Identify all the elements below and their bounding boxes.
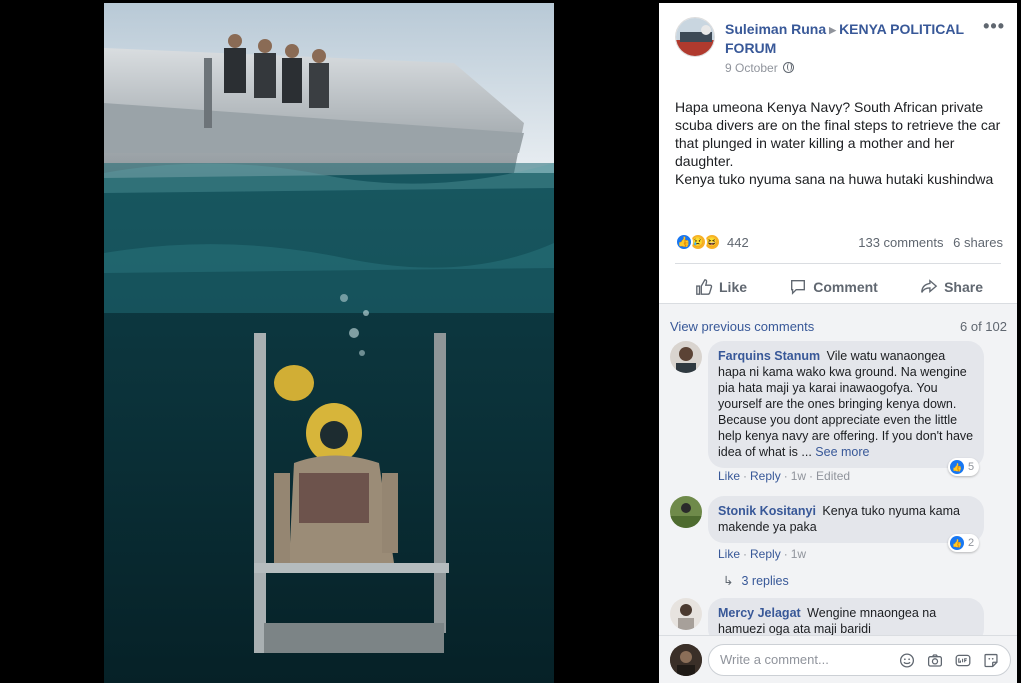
post-meta: 9 October [725,61,794,75]
comment-item: Farquins Stanum Vile watu wanaongea hapa… [670,341,1010,483]
commenter-name[interactable]: Farquins Stanum [718,349,820,363]
reply-arrow-icon: ↳ [723,574,734,588]
commenter-name[interactable]: Mercy Jelagat [718,606,801,620]
comment-bubble: Farquins Stanum Vile watu wanaongea hapa… [708,341,984,468]
more-options-icon[interactable]: ••• [983,17,1005,35]
comments-count[interactable]: 133 comments [858,235,943,250]
share-icon [921,279,938,293]
like-label: Like [719,279,748,295]
post-text: Hapa umeona Kenya Navy? South African pr… [675,98,1005,188]
composer-icons [898,652,1000,669]
post-panel: Suleiman Runa ▶ KENYA POLITICAL FORUM 9 Oc… [659,3,1017,683]
author-avatar[interactable] [675,17,715,57]
share-label: Share [944,279,983,295]
current-user-avatar [670,644,702,676]
commenter-avatar[interactable] [670,341,702,373]
diver-underwater-image [104,3,554,683]
comment-button[interactable]: Comment [789,271,878,303]
see-more-link[interactable]: See more [815,445,869,459]
comment-position: 6 of 102 [960,319,1007,334]
comment-reaction-count: 2 [968,537,975,549]
comment-reply-link[interactable]: Reply [750,469,781,483]
post-photo[interactable] [104,3,554,683]
comment-age[interactable]: 1w [791,547,806,561]
reaction-summary[interactable]: 👍 😢 😆 442 [675,233,749,251]
like-icon: 👍 [950,536,964,550]
triangle-right-icon: ▶ [829,25,837,35]
replies-label: 3 replies [741,574,789,588]
thumbs-up-icon [696,279,713,295]
author-name[interactable]: Suleiman Runa [725,21,826,37]
globe-icon [782,62,794,73]
comments-section: View previous comments 6 of 102 Farquins… [659,303,1017,645]
comment-age[interactable]: 1w [791,469,806,483]
gif-icon[interactable] [954,652,972,669]
commenter-name[interactable]: Stonik Kositanyi [718,504,816,518]
emoji-icon[interactable] [898,652,916,669]
comment-bubble: Stonik Kositanyi Kenya tuko nyuma kama m… [708,496,984,543]
camera-icon[interactable] [926,652,944,669]
author-line: Suleiman Runa ▶ KENYA POLITICAL FORUM [725,20,987,57]
like-icon: 👍 [675,233,693,251]
comment-item: Mercy Jelagat Wengine mnaongea na hamuez… [670,598,1010,645]
view-previous-comments-link[interactable]: View previous comments [670,319,814,334]
share-button[interactable]: Share [920,271,983,303]
comment-input[interactable] [720,652,890,667]
comment-label: Comment [813,279,878,295]
comment-reply-link[interactable]: Reply [750,547,781,561]
divider [675,263,1001,264]
action-bar: Like Comment Share [675,271,1001,303]
shares-count[interactable]: 6 shares [953,235,1003,250]
sticker-icon[interactable] [982,652,1000,669]
reaction-count: 442 [727,234,749,250]
comment-edited[interactable]: Edited [816,469,850,483]
post-date[interactable]: 9 October [725,61,778,75]
like-button[interactable]: Like [695,271,747,303]
comment-reactions[interactable]: 👍 2 [948,534,980,552]
comment-like-link[interactable]: Like [718,547,740,561]
engagement-stats: 133 comments 6 shares [852,235,1003,250]
photo-viewer [0,0,658,683]
comment-like-link[interactable]: Like [718,469,740,483]
comment-meta: Like · Reply · 1w [718,547,807,561]
view-replies-link[interactable]: ↳ 3 replies [723,573,789,588]
comment-reaction-count: 5 [968,461,975,473]
comment-reactions[interactable]: 👍 5 [948,458,980,476]
comment-composer [659,635,1017,683]
comment-meta: Like · Reply · 1w · Edited [718,469,851,483]
commenter-avatar[interactable] [670,496,702,528]
comment-input-wrapper [708,644,1011,676]
comment-icon [791,280,806,295]
commenter-avatar[interactable] [670,598,702,630]
like-icon: 👍 [950,460,964,474]
post-header: Suleiman Runa ▶ KENYA POLITICAL FORUM 9 Oc… [675,17,1005,77]
comment-item: Stonik Kositanyi Kenya tuko nyuma kama m… [670,496,1010,562]
post-text-line: Hapa umeona Kenya Navy? South African pr… [675,99,1001,169]
comment-text: Vile watu wanaongea hapa ni kama wako kw… [718,349,974,459]
post-text-line: Kenya tuko nyuma sana na huwa hutaki kus… [675,171,994,187]
